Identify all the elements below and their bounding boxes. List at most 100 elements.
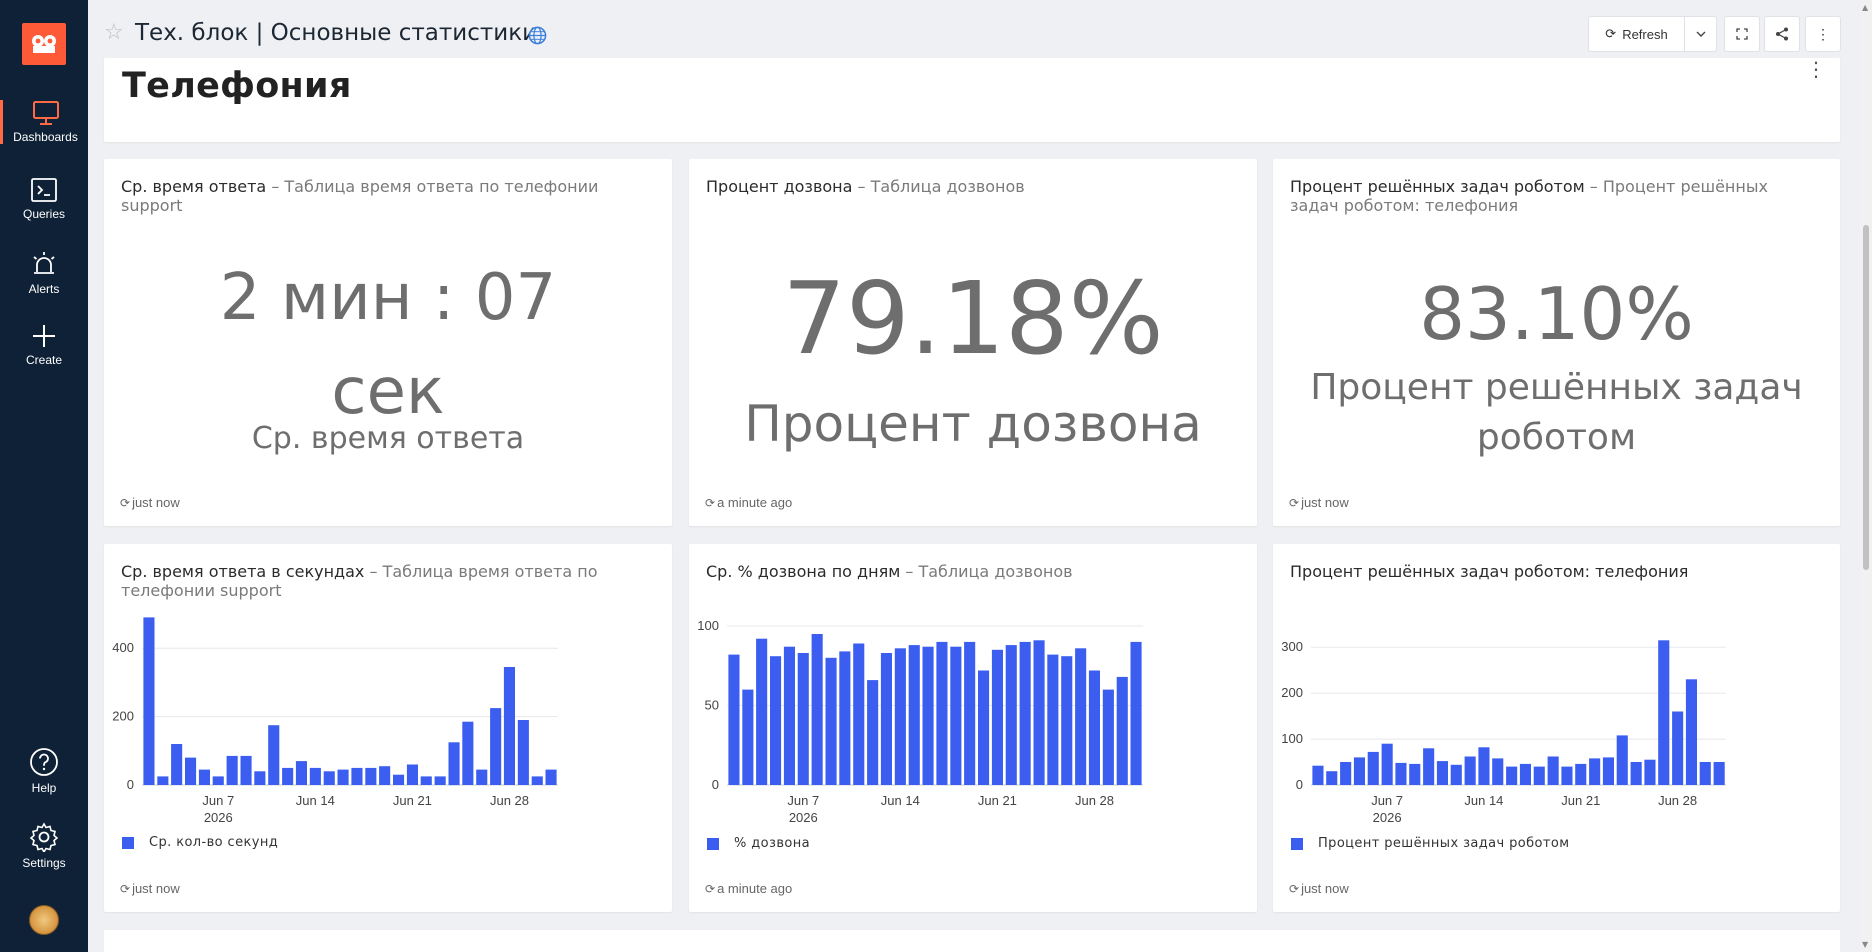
chart-legend[interactable]: % дозвона [707, 836, 810, 851]
chart-bar[interactable] [295, 761, 307, 785]
refresh-timestamp[interactable]: ⟳ just now [1289, 881, 1349, 896]
chart-bar[interactable] [811, 634, 823, 785]
chart-bar[interactable] [185, 757, 197, 785]
chart-bar[interactable] [853, 643, 865, 786]
widget-title-text[interactable]: Ср. время ответа [121, 177, 266, 196]
refresh-timestamp[interactable]: ⟳ just now [1289, 495, 1349, 510]
chart-bar[interactable] [922, 646, 934, 785]
chart-bar[interactable] [545, 769, 557, 785]
chart-bar[interactable] [728, 654, 740, 785]
refresh-button[interactable]: ⟳ Refresh [1588, 16, 1685, 52]
refresh-timestamp[interactable]: ⟳ a minute ago [705, 881, 792, 896]
chart-bar[interactable] [1395, 762, 1407, 785]
chart-bar[interactable] [1547, 756, 1559, 786]
chart-bar[interactable] [1589, 758, 1601, 785]
chart-bar[interactable] [323, 771, 335, 785]
chart-bar[interactable] [476, 769, 488, 785]
sidebar-item-queries[interactable]: Queries [0, 177, 88, 221]
chart-bar[interactable] [406, 764, 418, 786]
share-button[interactable] [1764, 16, 1800, 52]
chart-bar[interactable] [1116, 676, 1128, 785]
fullscreen-button[interactable] [1724, 16, 1760, 52]
chart-bar[interactable] [517, 720, 529, 785]
chart-legend[interactable]: Ср. кол-во секунд [122, 835, 278, 850]
chart-bar[interactable] [1602, 757, 1614, 785]
chart-bar[interactable] [1630, 762, 1642, 785]
chart-bar[interactable] [490, 708, 502, 785]
chart-bar[interactable] [1423, 748, 1435, 786]
bar-chart[interactable]: 0 50 100 Jun 7 2026 Jun 14 Jun 21 Jun 28 [689, 544, 1257, 844]
chart-bar[interactable] [434, 776, 446, 785]
chart-bar[interactable] [365, 767, 377, 785]
chart-bar[interactable] [393, 774, 405, 785]
chart-bar[interactable] [337, 769, 349, 785]
chart-bar[interactable] [143, 617, 155, 785]
widget-menu-icon[interactable]: ⋮ [1806, 59, 1826, 79]
chart-bar[interactable] [1492, 758, 1504, 785]
chart-bar[interactable] [1519, 763, 1531, 785]
bar-chart[interactable]: 0 100 200 300 Jun 7 2026 Jun 14 Jun 21 Jun 28 [1273, 544, 1840, 844]
chart-bar[interactable] [420, 776, 432, 785]
chart-bar[interactable] [448, 742, 460, 786]
chart-bar[interactable] [268, 725, 280, 785]
chart-bar[interactable] [797, 653, 809, 785]
chart-bar[interactable] [351, 767, 363, 785]
chart-bar[interactable] [1561, 766, 1573, 785]
chart-bar[interactable] [964, 641, 976, 785]
chart-bar[interactable] [742, 689, 754, 785]
refresh-timestamp[interactable]: ⟳ just now [120, 881, 180, 896]
chart-bar[interactable] [1616, 735, 1628, 785]
avatar[interactable] [29, 905, 59, 935]
favorite-star-icon[interactable]: ☆ [104, 22, 124, 44]
chart-bar[interactable] [1478, 747, 1490, 785]
chart-bar[interactable] [1019, 641, 1031, 785]
chart-bar[interactable] [503, 667, 515, 785]
chart-bar[interactable] [1367, 751, 1379, 785]
chart-bar[interactable] [825, 657, 837, 785]
sidebar-item-create[interactable]: Create [0, 323, 88, 367]
chart-bar[interactable] [908, 645, 920, 785]
chart-bar[interactable] [880, 653, 892, 785]
chart-bar[interactable] [309, 767, 321, 785]
chart-bar[interactable] [991, 649, 1003, 785]
refresh-timestamp[interactable]: ⟳ just now [120, 495, 180, 510]
chart-bar[interactable] [1340, 762, 1352, 785]
chart-bar[interactable] [531, 776, 543, 785]
chart-bar[interactable] [867, 680, 879, 785]
sidebar-item-dashboards[interactable]: Dashboards [0, 100, 88, 144]
chart-bar[interactable] [1672, 711, 1684, 786]
scroll-up-arrow-icon[interactable]: ▲ [1862, 3, 1868, 12]
chart-bar[interactable] [1464, 756, 1476, 786]
chart-bar[interactable] [1381, 743, 1393, 785]
chart-bar[interactable] [171, 744, 183, 785]
chart-bar[interactable] [1088, 670, 1100, 786]
chart-bar[interactable] [839, 651, 851, 785]
chart-bar[interactable] [1713, 762, 1725, 785]
scrollbar-thumb[interactable] [1863, 225, 1869, 570]
chart-bar[interactable] [198, 769, 210, 785]
chart-bar[interactable] [1699, 762, 1711, 785]
chart-bar[interactable] [770, 656, 782, 785]
chart-bar[interactable] [1033, 640, 1045, 785]
scroll-down-arrow-icon[interactable]: ▼ [1862, 940, 1868, 949]
chart-bar[interactable] [1075, 648, 1087, 785]
chart-bar[interactable] [936, 641, 948, 785]
chart-bar[interactable] [1353, 757, 1365, 785]
bar-chart[interactable]: 0 200 400 Jun 7 2026 Jun 14 Jun 21 Jun 28 [104, 544, 672, 844]
sidebar-item-settings[interactable]: Settings [0, 822, 88, 870]
refresh-timestamp[interactable]: ⟳ a minute ago [705, 495, 792, 510]
chart-bar[interactable] [1409, 763, 1421, 785]
chart-bar[interactable] [1450, 764, 1462, 785]
chart-bar[interactable] [1506, 766, 1518, 785]
chart-legend[interactable]: Процент решённых задач роботом [1291, 836, 1569, 851]
chart-bar[interactable] [1061, 656, 1073, 785]
chart-bar[interactable] [1312, 765, 1324, 785]
chart-bar[interactable] [1102, 689, 1114, 785]
widget-title-text[interactable]: Процент дозвона [706, 177, 852, 196]
widget-title-text[interactable]: Процент решённых задач роботом [1290, 177, 1585, 196]
chart-bar[interactable] [783, 646, 795, 785]
chart-bar[interactable] [1436, 761, 1448, 785]
chart-bar[interactable] [226, 755, 238, 785]
chart-bar[interactable] [254, 771, 266, 785]
chart-bar[interactable] [756, 638, 768, 785]
